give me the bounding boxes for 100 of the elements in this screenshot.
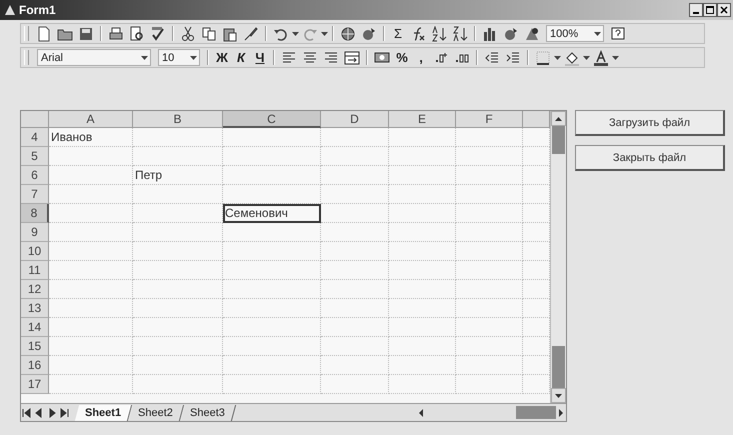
table-cell[interactable] xyxy=(223,223,321,242)
table-cell[interactable] xyxy=(321,223,389,242)
table-cell[interactable] xyxy=(321,318,389,337)
sheet-tab[interactable]: Sheet3 xyxy=(180,404,236,420)
row-header[interactable]: 14 xyxy=(21,318,49,337)
row-header[interactable]: 9 xyxy=(21,223,49,242)
table-cell[interactable] xyxy=(321,375,389,394)
table-cell[interactable] xyxy=(321,299,389,318)
table-cell[interactable] xyxy=(389,166,456,185)
table-cell[interactable] xyxy=(456,318,523,337)
table-cell[interactable] xyxy=(133,147,223,166)
table-cell[interactable] xyxy=(456,204,523,223)
table-cell[interactable] xyxy=(133,280,223,299)
table-cell[interactable] xyxy=(49,299,133,318)
row-header[interactable]: 11 xyxy=(21,261,49,280)
size-combo[interactable]: 10 xyxy=(158,49,200,66)
table-cell[interactable] xyxy=(389,128,456,147)
table-cell[interactable] xyxy=(133,185,223,204)
caret-icon[interactable] xyxy=(583,56,590,60)
column-header[interactable]: F xyxy=(456,111,523,128)
scroll-thumb[interactable] xyxy=(552,126,565,154)
table-cell[interactable] xyxy=(49,185,133,204)
caret-icon[interactable] xyxy=(321,32,328,36)
table-cell[interactable]: Петр xyxy=(133,166,223,185)
table-cell[interactable]: Семенович xyxy=(223,204,321,223)
column-header[interactable]: B xyxy=(133,111,223,128)
table-cell[interactable] xyxy=(389,356,456,375)
table-cell[interactable] xyxy=(133,261,223,280)
table-cell[interactable] xyxy=(456,242,523,261)
row-header[interactable]: 16 xyxy=(21,356,49,375)
row-header[interactable]: 6 xyxy=(21,166,49,185)
table-cell[interactable] xyxy=(456,223,523,242)
row-header[interactable]: 15 xyxy=(21,337,49,356)
table-cell[interactable] xyxy=(523,128,550,147)
merge-button[interactable] xyxy=(342,48,362,66)
row-header[interactable]: 8 xyxy=(21,204,49,223)
sort-button[interactable] xyxy=(450,24,470,42)
table-cell[interactable] xyxy=(389,242,456,261)
caret-icon[interactable] xyxy=(612,56,619,60)
table-cell[interactable] xyxy=(133,356,223,375)
table-cell[interactable] xyxy=(223,337,321,356)
table-cell[interactable] xyxy=(523,166,550,185)
table-cell[interactable] xyxy=(133,223,223,242)
zoom-combo[interactable]: 100% xyxy=(546,25,604,42)
corner-header[interactable] xyxy=(21,111,49,128)
table-cell[interactable] xyxy=(389,337,456,356)
table-cell[interactable] xyxy=(321,185,389,204)
vertical-scrollbar[interactable] xyxy=(550,111,566,403)
table-cell[interactable] xyxy=(223,166,321,185)
table-cell[interactable] xyxy=(49,318,133,337)
table-cell[interactable] xyxy=(321,356,389,375)
font-combo[interactable]: Arial xyxy=(37,49,151,66)
table-cell[interactable] xyxy=(321,261,389,280)
scroll-thumb[interactable] xyxy=(516,406,556,419)
italic-button[interactable]: К xyxy=(232,48,250,66)
table-cell[interactable] xyxy=(456,128,523,147)
caret-icon[interactable] xyxy=(141,56,148,60)
table-cell[interactable] xyxy=(223,185,321,204)
table-cell[interactable] xyxy=(456,280,523,299)
column-header[interactable]: E xyxy=(389,111,456,128)
table-cell[interactable] xyxy=(133,299,223,318)
table-cell[interactable] xyxy=(389,223,456,242)
caret-icon[interactable] xyxy=(292,32,299,36)
table-cell[interactable] xyxy=(456,166,523,185)
table-cell[interactable] xyxy=(523,242,550,261)
table-cell[interactable] xyxy=(49,166,133,185)
table-cell[interactable] xyxy=(523,204,550,223)
right-arrow-icon[interactable] xyxy=(556,408,566,418)
table-cell[interactable] xyxy=(456,337,523,356)
table-cell[interactable] xyxy=(223,147,321,166)
table-cell[interactable] xyxy=(49,147,133,166)
scroll-thumb[interactable] xyxy=(552,346,565,388)
font-color-button[interactable] xyxy=(591,48,611,66)
close-button[interactable] xyxy=(717,3,731,17)
table-cell[interactable] xyxy=(223,299,321,318)
table-cell[interactable] xyxy=(321,147,389,166)
scroll-down-button[interactable] xyxy=(551,388,566,403)
table-cell[interactable] xyxy=(523,337,550,356)
table-cell[interactable] xyxy=(456,185,523,204)
table-cell[interactable] xyxy=(523,261,550,280)
table-cell[interactable] xyxy=(523,223,550,242)
caret-icon[interactable] xyxy=(554,56,561,60)
column-header[interactable]: A xyxy=(49,111,133,128)
table-cell[interactable] xyxy=(49,261,133,280)
underline-button[interactable]: Ч xyxy=(251,48,269,66)
row-header[interactable]: 7 xyxy=(21,185,49,204)
table-cell[interactable] xyxy=(389,204,456,223)
table-cell[interactable] xyxy=(49,223,133,242)
row-header[interactable]: 13 xyxy=(21,299,49,318)
table-cell[interactable] xyxy=(223,128,321,147)
table-cell[interactable] xyxy=(389,147,456,166)
table-cell[interactable] xyxy=(223,375,321,394)
table-cell[interactable] xyxy=(49,356,133,375)
table-cell[interactable] xyxy=(223,318,321,337)
table-cell[interactable] xyxy=(49,242,133,261)
table-cell[interactable] xyxy=(133,242,223,261)
form-button[interactable]: Закрыть файл xyxy=(575,145,725,171)
table-cell[interactable] xyxy=(133,204,223,223)
table-cell[interactable] xyxy=(133,375,223,394)
sort-button[interactable] xyxy=(429,24,449,42)
